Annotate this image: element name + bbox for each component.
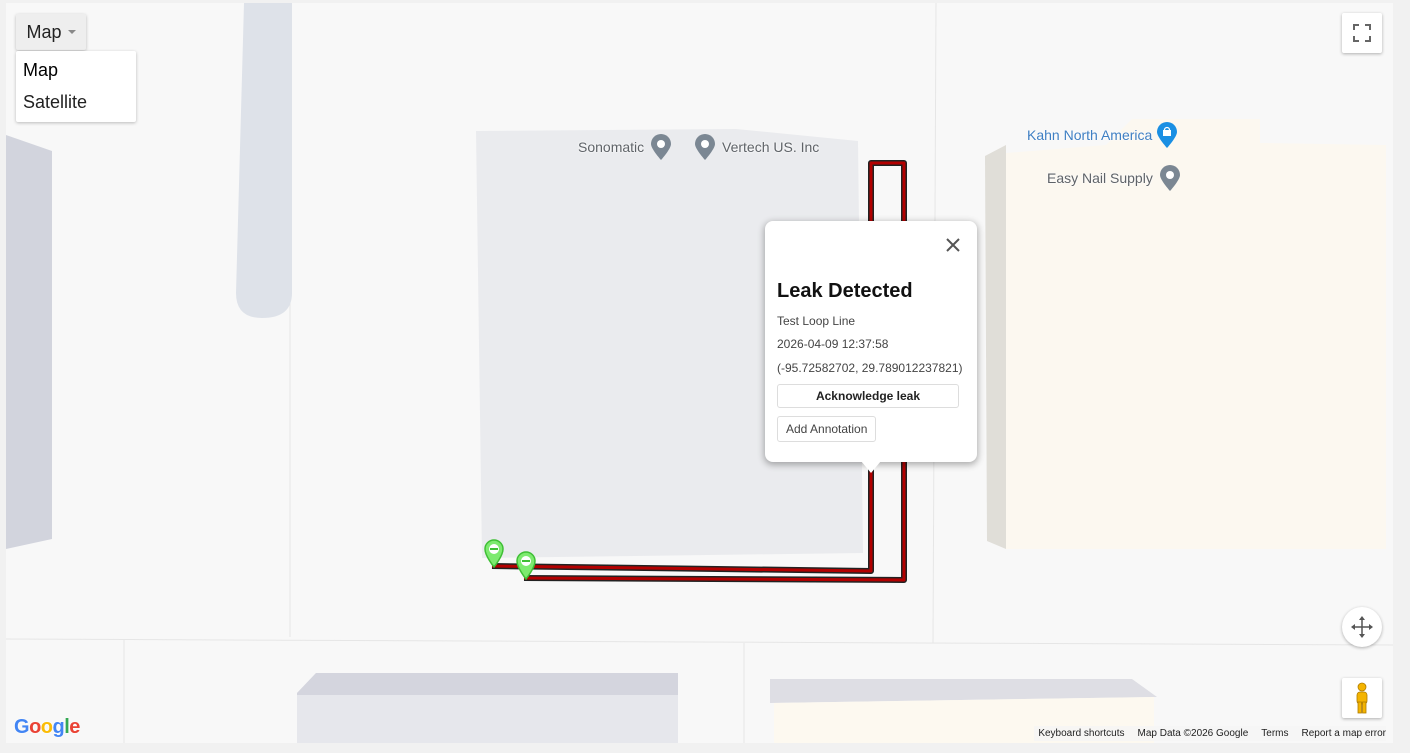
location-pin-icon: [694, 133, 716, 161]
map-footer: Keyboard shortcuts Map Data ©2026 Google…: [1034, 726, 1386, 741]
poi-label: Kahn North America: [1027, 127, 1153, 143]
fullscreen-icon: [1353, 24, 1371, 42]
map-data-attribution: Map Data ©2026 Google: [1137, 728, 1249, 739]
terms-link[interactable]: Terms: [1261, 728, 1288, 739]
leak-info-window: Leak Detected Test Loop Line 2026-04-09 …: [765, 221, 977, 473]
close-icon: [946, 238, 960, 252]
poi-kahn[interactable]: Kahn North America: [1027, 121, 1178, 149]
map-type-menu: Map Satellite: [16, 51, 136, 122]
leak-timestamp: 2026-04-09 12:37:58: [777, 337, 889, 351]
leak-coordinates: (-95.72582702, 29.789012237821): [777, 361, 963, 375]
keyboard-shortcuts-link[interactable]: Keyboard shortcuts: [1038, 728, 1124, 739]
map-canvas[interactable]: Sonomatic Vertech US. Inc Kahn North Ame…: [6, 3, 1393, 743]
poi-vertech[interactable]: Vertech US. Inc: [694, 133, 819, 161]
camera-control-button[interactable]: [1342, 607, 1382, 647]
sensor-marker-start[interactable]: [483, 538, 505, 568]
sensor-marker-end[interactable]: [515, 550, 537, 580]
poi-label: Sonomatic: [578, 139, 645, 155]
location-pin-icon: [650, 133, 672, 161]
acknowledge-leak-button[interactable]: Acknowledge leak: [777, 384, 959, 408]
map-type-current: Map: [26, 21, 62, 42]
pegman-icon: [1356, 682, 1368, 714]
shopping-bag-icon: [1156, 121, 1178, 149]
map-type-button[interactable]: Map: [16, 14, 86, 50]
caret-down-icon: [67, 30, 76, 34]
google-logo: Google: [14, 716, 80, 738]
report-error-link[interactable]: Report a map error: [1302, 728, 1386, 739]
map-type-option-satellite[interactable]: Satellite: [16, 86, 136, 118]
fullscreen-button[interactable]: [1342, 13, 1382, 53]
add-annotation-button[interactable]: Add Annotation: [777, 416, 877, 442]
map-type-option-map[interactable]: Map: [16, 54, 136, 86]
street-view-button[interactable]: [1342, 678, 1382, 718]
poi-label: Easy Nail Supply: [1047, 170, 1153, 186]
map-type-control: Map Map Satellite: [16, 14, 136, 122]
pipeline-name: Test Loop Line: [777, 314, 856, 328]
close-button[interactable]: [941, 233, 965, 257]
poi-sonomatic[interactable]: Sonomatic: [578, 133, 672, 161]
info-window-title: Leak Detected: [777, 280, 913, 302]
pipeline-path[interactable]: [6, 3, 1393, 743]
location-pin-icon: [1159, 164, 1181, 192]
camera-control-icon: [1351, 616, 1373, 638]
poi-label: Vertech US. Inc: [722, 139, 820, 155]
poi-easy-nail[interactable]: Easy Nail Supply: [1047, 164, 1181, 192]
